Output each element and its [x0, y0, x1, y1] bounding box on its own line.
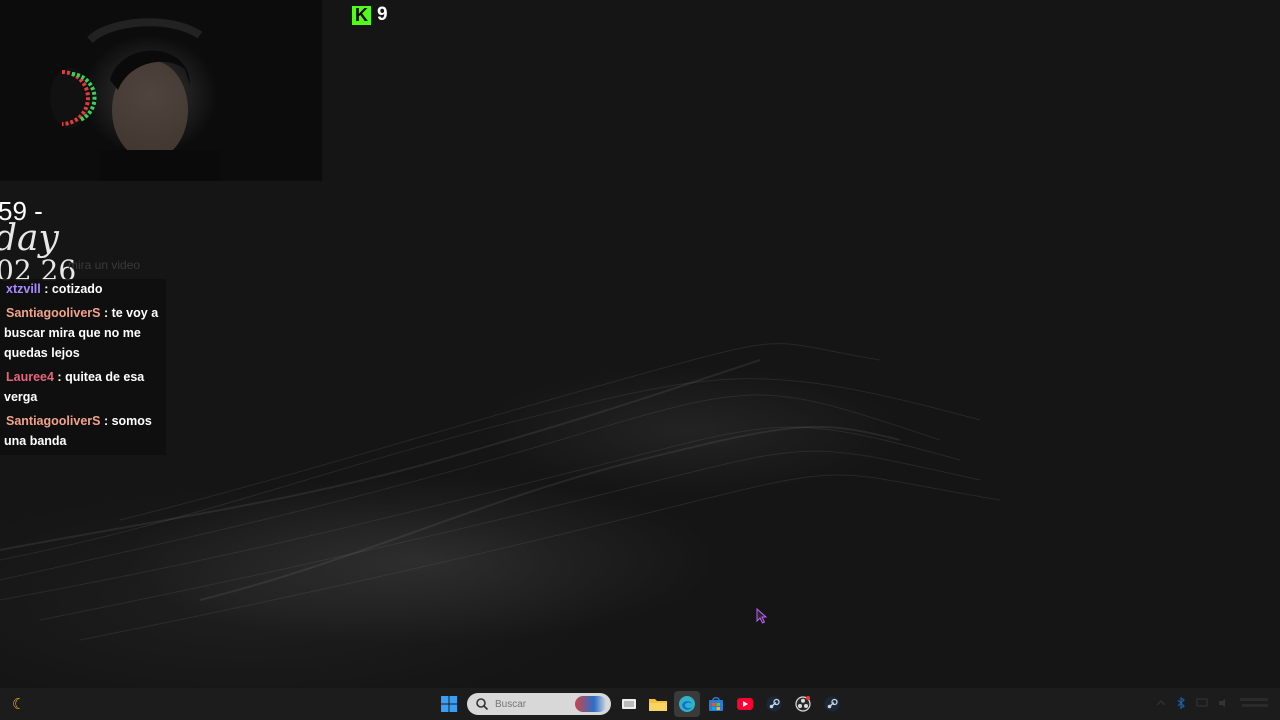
chevron-up-icon[interactable] — [1156, 698, 1166, 708]
weather-widget[interactable]: ☾ — [10, 695, 70, 715]
chat-message: Lauree4 : quitea de esa verga — [0, 367, 166, 411]
chat-overlay: xtzvill : cotizado SantiagooliverS : te … — [0, 279, 166, 455]
kick-logo-icon: K — [352, 5, 371, 25]
clock-hint: mira un video — [68, 258, 141, 272]
taskbar-center-icons — [436, 691, 845, 717]
network-icon[interactable] — [1196, 698, 1208, 708]
system-tray — [1156, 696, 1270, 710]
search-input[interactable] — [493, 697, 577, 711]
steam-icon[interactable] — [761, 691, 787, 717]
chat-message: SantiagooliverS : somos una banda — [0, 411, 166, 455]
chat-text: cotizado — [51, 282, 103, 296]
chat-username: Lauree4 — [6, 370, 54, 384]
mouse-cursor-icon — [756, 608, 768, 624]
volume-icon[interactable] — [1218, 698, 1230, 708]
chat-message: xtzvill : cotizado — [0, 279, 166, 303]
chat-separator: : — [100, 306, 112, 320]
search-icon — [476, 698, 489, 711]
clock-tray-icon[interactable] — [1240, 696, 1270, 710]
clock-day: day — [0, 218, 59, 259]
chat-message: SantiagooliverS : te voy a buscar mira q… — [0, 303, 166, 367]
chat-separator: : — [40, 282, 52, 296]
viewer-count: 9 — [377, 4, 388, 25]
kick-viewer-counter: K 9 — [352, 4, 388, 26]
clock-overlay: 59 - day 02 26 mira un video — [0, 196, 170, 286]
search-highlight-image — [575, 696, 607, 712]
chat-username: SantiagooliverS — [6, 414, 101, 428]
obs-icon[interactable] — [790, 691, 816, 717]
chat-username: SantiagooliverS — [6, 306, 101, 320]
taskbar: ☾ — [0, 688, 1280, 720]
chat-separator: : — [53, 370, 66, 384]
microsoft-store-icon[interactable] — [703, 691, 729, 717]
bluetooth-icon[interactable] — [1176, 697, 1186, 709]
task-view-icon[interactable] — [616, 691, 642, 717]
youtube-icon[interactable] — [732, 691, 758, 717]
file-explorer-icon[interactable] — [645, 691, 671, 717]
taskbar-search[interactable] — [467, 693, 611, 715]
chat-separator: : — [100, 414, 112, 428]
webcam-person-image — [50, 18, 220, 181]
edge-browser-icon[interactable] — [674, 691, 700, 717]
moon-icon: ☾ — [12, 696, 26, 713]
chat-username: xtzvill — [6, 282, 41, 296]
windows-start-icon[interactable] — [436, 691, 462, 717]
steam-icon-2[interactable] — [819, 691, 845, 717]
webcam-feed — [0, 0, 322, 181]
